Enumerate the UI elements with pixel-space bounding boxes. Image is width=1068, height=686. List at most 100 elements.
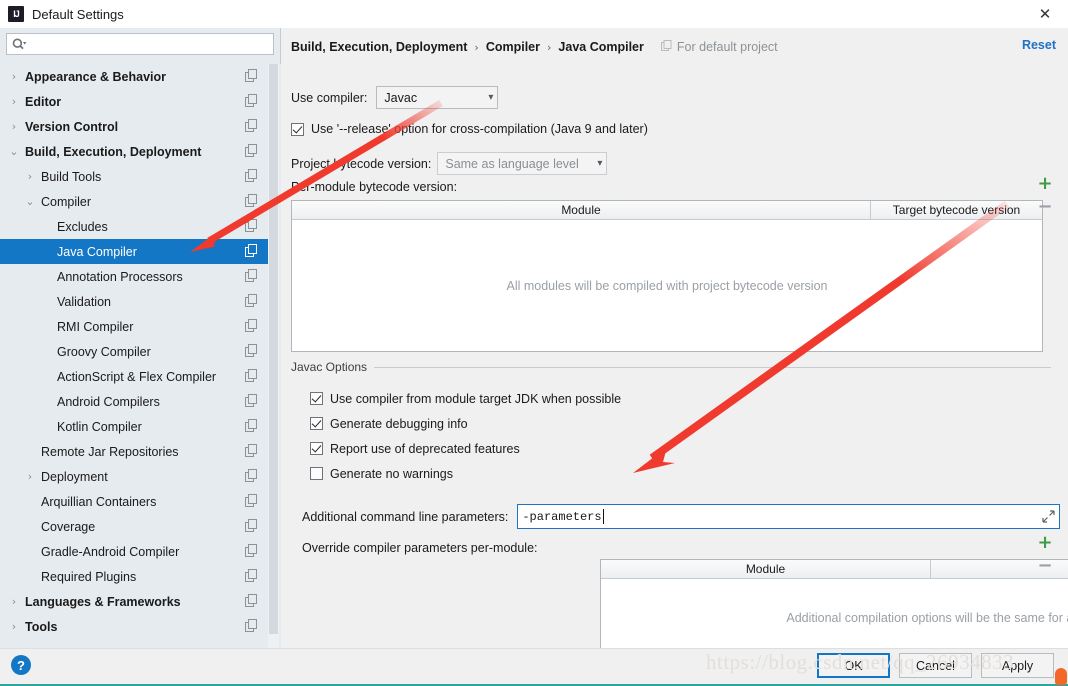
sidebar-item-label: Tools — [25, 619, 58, 634]
modules-table-col-target[interactable]: Target bytecode version — [870, 200, 1042, 220]
sidebar-item-rmi-compiler[interactable]: RMI Compiler — [0, 314, 268, 339]
minus-icon[interactable]: − — [1035, 554, 1055, 577]
sidebar-item-remote-jar-repositories[interactable]: Remote Jar Repositories — [0, 439, 268, 464]
release-option-row[interactable]: Use '--release' option for cross-compila… — [291, 122, 648, 136]
minus-icon[interactable]: − — [1035, 195, 1055, 218]
sidebar-item-tools[interactable]: › Tools — [0, 614, 268, 639]
javac-option-row[interactable]: Generate no warnings — [310, 461, 1051, 486]
copy-icon[interactable] — [245, 419, 258, 432]
sidebar-item-version-control[interactable]: › Version Control — [0, 114, 268, 139]
copy-icon[interactable] — [245, 469, 258, 482]
sidebar-item-build-execution-deployment[interactable]: ⌄ Build, Execution, Deployment — [0, 139, 268, 164]
sidebar-item-coverage[interactable]: Coverage — [0, 514, 268, 539]
javac-option-row[interactable]: Use compiler from module target JDK when… — [310, 386, 1051, 411]
chevron-down-icon[interactable]: ⌄ — [22, 189, 38, 214]
search-box[interactable] — [6, 33, 274, 55]
override-table-col-module[interactable]: Module — [601, 560, 930, 579]
ok-button[interactable]: OK — [817, 653, 890, 678]
sidebar-item-languages-frameworks[interactable]: › Languages & Frameworks — [0, 589, 268, 614]
sidebar-item-actionscript-flex-compiler[interactable]: ActionScript & Flex Compiler — [0, 364, 268, 389]
copy-icon[interactable] — [245, 194, 258, 207]
sidebar-item-appearance-behavior[interactable]: › Appearance & Behavior — [0, 64, 268, 89]
copy-icon[interactable] — [245, 144, 258, 157]
javac-option-row[interactable]: Report use of deprecated features — [310, 436, 1051, 461]
override-table[interactable]: Module Compilation options Additional co… — [600, 559, 1068, 658]
copy-icon[interactable] — [245, 394, 258, 407]
help-icon[interactable]: ? — [11, 655, 31, 675]
sidebar-item-kotlin-compiler[interactable]: Kotlin Compiler — [0, 414, 268, 439]
additional-params-input[interactable]: -parameters — [517, 504, 1060, 529]
javac-option-checkbox[interactable] — [310, 467, 323, 480]
copy-icon[interactable] — [245, 569, 258, 582]
use-compiler-select[interactable]: Javac ▾ — [376, 86, 499, 109]
sidebar-item-label: ActionScript & Flex Compiler — [57, 369, 217, 384]
chevron-right-icon[interactable]: › — [6, 114, 22, 139]
cancel-button[interactable]: Cancel — [899, 653, 972, 678]
breadcrumb-item-2[interactable]: Java Compiler — [558, 40, 643, 54]
chevron-right-icon[interactable]: › — [22, 164, 38, 189]
chevron-right-icon[interactable]: › — [6, 614, 22, 639]
sidebar-item-build-tools[interactable]: › Build Tools — [0, 164, 268, 189]
project-bytecode-select[interactable]: Same as language level ▾ — [437, 152, 608, 175]
settings-tree[interactable]: › Appearance & Behavior › Editor › Version Co… — [0, 64, 281, 648]
chevron-right-icon[interactable]: › — [6, 589, 22, 614]
sidebar-item-java-compiler[interactable]: Java Compiler — [0, 239, 268, 264]
chevron-down-icon[interactable]: ⌄ — [6, 139, 22, 164]
sidebar-item-editor[interactable]: › Editor — [0, 89, 268, 114]
search-input[interactable] — [28, 35, 273, 53]
settings-dialog: IJ Default Settings ✕ › Appearance & Beha… — [0, 0, 1068, 686]
chevron-right-icon[interactable]: › — [6, 64, 22, 89]
sidebar-item-annotation-processors[interactable]: Annotation Processors — [0, 264, 268, 289]
javac-option-checkbox[interactable] — [310, 392, 323, 405]
javac-option-checkbox[interactable] — [310, 442, 323, 455]
copy-icon[interactable] — [245, 444, 258, 457]
plus-icon[interactable]: + — [1035, 172, 1055, 195]
copy-icon[interactable] — [245, 619, 258, 632]
copy-icon[interactable] — [245, 369, 258, 382]
sidebar-item-required-plugins[interactable]: Required Plugins — [0, 564, 268, 589]
sidebar-item-gradle-android-compiler[interactable]: Gradle-Android Compiler — [0, 539, 268, 564]
copy-icon[interactable] — [245, 169, 258, 182]
chevron-right-icon[interactable]: › — [6, 89, 22, 114]
sidebar-item-compiler[interactable]: ⌄ Compiler — [0, 189, 268, 214]
copy-icon[interactable] — [245, 94, 258, 107]
javac-option-row[interactable]: Generate debugging info — [310, 411, 1051, 436]
project-bytecode-row: Project bytecode version: Same as langua… — [291, 152, 608, 175]
expand-icon[interactable] — [1042, 510, 1055, 523]
apply-button[interactable]: Apply — [981, 653, 1054, 678]
sidebar-item-label: Kotlin Compiler — [57, 419, 142, 434]
breadcrumb-item-1[interactable]: Compiler — [486, 40, 540, 54]
copy-icon[interactable] — [245, 494, 258, 507]
release-option-checkbox[interactable] — [291, 122, 304, 136]
sidebar-item-excludes[interactable]: Excludes — [0, 214, 268, 239]
sidebar-item-label: Appearance & Behavior — [25, 69, 167, 84]
modules-table-body: All modules will be compiled with projec… — [292, 220, 1042, 351]
copy-icon[interactable] — [245, 594, 258, 607]
copy-icon[interactable] — [245, 119, 258, 132]
close-icon[interactable]: ✕ — [1022, 0, 1068, 28]
sidebar-item-android-compilers[interactable]: Android Compilers — [0, 389, 268, 414]
sidebar-scrollbar-thumb[interactable] — [269, 64, 278, 634]
chevron-right-icon[interactable]: › — [22, 464, 38, 489]
modules-table[interactable]: Module Target bytecode version All modul… — [291, 200, 1043, 352]
copy-icon[interactable] — [245, 519, 258, 532]
breadcrumb-item-0[interactable]: Build, Execution, Deployment — [291, 40, 467, 54]
copy-icon[interactable] — [245, 244, 258, 257]
plus-icon[interactable]: + — [1035, 531, 1055, 554]
copy-icon[interactable] — [245, 294, 258, 307]
copy-icon[interactable] — [245, 344, 258, 357]
sidebar-scrollbar[interactable] — [268, 64, 279, 648]
copy-icon[interactable] — [245, 544, 258, 557]
sidebar-item-deployment[interactable]: › Deployment — [0, 464, 268, 489]
sidebar-item-validation[interactable]: Validation — [0, 289, 268, 314]
javac-option-checkbox[interactable] — [310, 417, 323, 430]
sidebar-item-arquillian-containers[interactable]: Arquillian Containers — [0, 489, 268, 514]
reset-button[interactable]: Reset — [1022, 38, 1056, 52]
modules-table-col-module[interactable]: Module — [292, 201, 870, 220]
copy-icon[interactable] — [245, 69, 258, 82]
copy-icon[interactable] — [245, 269, 258, 282]
copy-icon[interactable] — [245, 219, 258, 232]
sidebar-item-groovy-compiler[interactable]: Groovy Compiler — [0, 339, 268, 364]
copy-icon[interactable] — [245, 319, 258, 332]
